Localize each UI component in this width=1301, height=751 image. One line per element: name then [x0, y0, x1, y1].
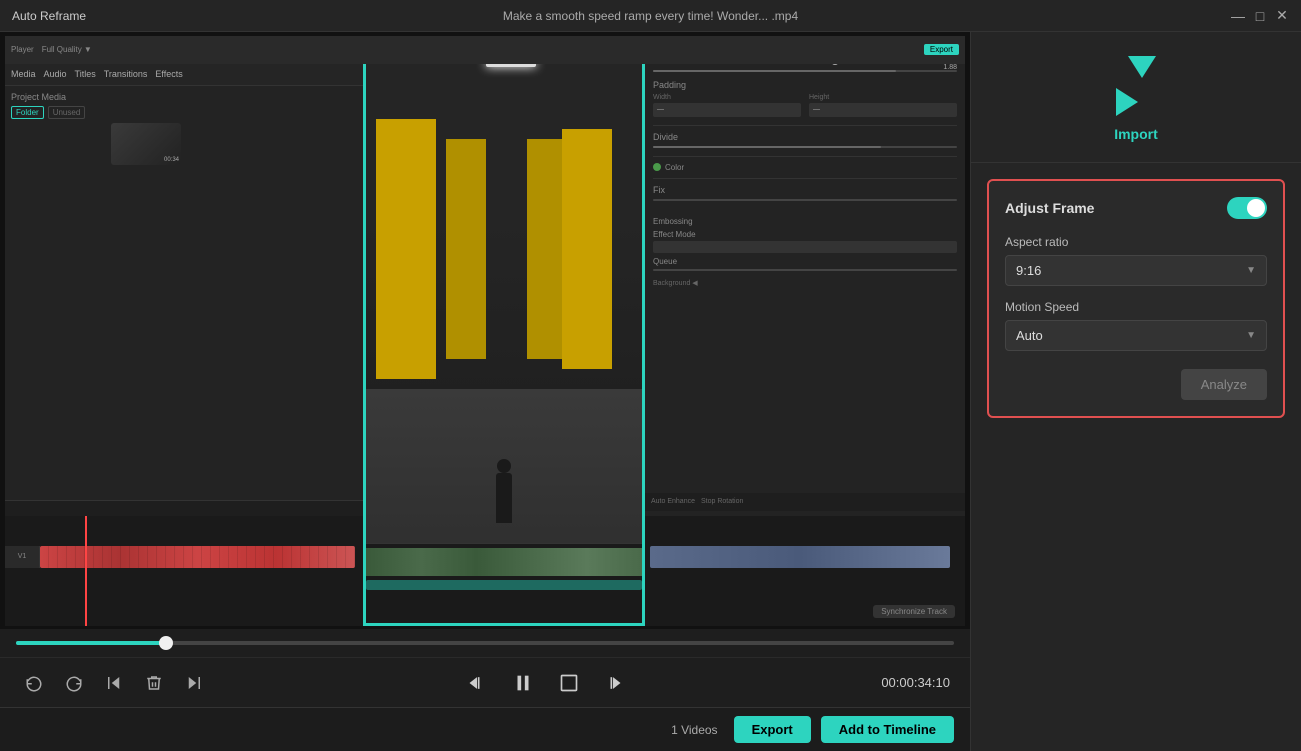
close-button[interactable]: ✕: [1275, 9, 1289, 23]
maximize-button[interactable]: □: [1253, 9, 1267, 23]
motion-speed-select[interactable]: Auto ▼: [1005, 320, 1267, 351]
import-arrow-down-icon: [1128, 56, 1156, 78]
redo-button[interactable]: [60, 669, 88, 697]
aspect-ratio-section: Aspect ratio 9:16 ▼: [1005, 235, 1267, 286]
adjust-frame-title: Adjust Frame: [1005, 200, 1094, 216]
toggle-knob: [1247, 199, 1265, 217]
app-name: Auto Reframe: [12, 9, 86, 23]
undo-button[interactable]: [20, 669, 48, 697]
minimize-button[interactable]: —: [1231, 9, 1245, 23]
import-label: Import: [1114, 126, 1158, 142]
person-silhouette: [496, 473, 512, 523]
left-panel: Media Audio Titles Transitions Effects P…: [0, 32, 971, 751]
import-arrow-right-icon: [1116, 88, 1138, 116]
aspect-ratio-select[interactable]: 9:16 ▼: [1005, 255, 1267, 286]
motion-speed-chevron-icon: ▼: [1246, 330, 1256, 341]
aspect-ratio-chevron-icon: ▼: [1246, 265, 1256, 276]
aspect-ratio-label: Aspect ratio: [1005, 235, 1267, 249]
progress-area[interactable]: [0, 629, 970, 657]
analyze-container: Analyze: [1005, 365, 1267, 400]
main-layout: Media Audio Titles Transitions Effects P…: [0, 32, 1301, 751]
import-icon-container: [1106, 56, 1166, 116]
editor-left-panel: Media Audio Titles Transitions Effects P…: [5, 36, 363, 626]
pillar-right: [562, 129, 612, 369]
bottom-bar: 1 Videos Export Add to Timeline: [0, 707, 970, 751]
videos-count: 1 Videos: [671, 723, 717, 737]
progress-thumb[interactable]: [159, 636, 173, 650]
title-bar: Auto Reframe Make a smooth speed ramp ev…: [0, 0, 1301, 32]
motion-speed-label: Motion Speed: [1005, 300, 1267, 314]
skip-back-button[interactable]: [100, 669, 128, 697]
add-to-timeline-button[interactable]: Add to Timeline: [821, 716, 954, 743]
timestamp-display: 00:00:34:10: [881, 675, 950, 690]
analyze-button[interactable]: Analyze: [1181, 369, 1267, 400]
playback-center-controls: [208, 667, 881, 699]
video-frame: 1/4840.00:14:59.11(fps) ◀◀ ⏸: [363, 36, 645, 626]
preview-area: Media Audio Titles Transitions Effects P…: [0, 32, 970, 629]
motion-speed-value: Auto: [1016, 328, 1043, 343]
window-controls[interactable]: — □ ✕: [1231, 9, 1289, 23]
panel-header: Adjust Frame: [1005, 197, 1267, 219]
editor-right-panel: Transform 100.0 1.88: [645, 36, 965, 626]
pillar-right-far: [527, 139, 562, 359]
progress-fill: [16, 641, 166, 645]
prev-frame-button[interactable]: [463, 669, 491, 697]
playback-controls: 00:00:34:10: [0, 657, 970, 707]
next-frame-button[interactable]: [599, 669, 627, 697]
delete-button[interactable]: [140, 669, 168, 697]
pillar-left: [376, 119, 436, 379]
pillar-left-far: [446, 139, 486, 359]
motion-speed-section: Motion Speed Auto ▼: [1005, 300, 1267, 351]
file-title: Make a smooth speed ramp every time! Won…: [503, 9, 798, 23]
garage-scene: 1/4840.00:14:59.11(fps) ◀◀ ⏸: [366, 39, 642, 623]
aspect-ratio-value: 9:16: [1016, 263, 1041, 278]
skip-forward-button[interactable]: [180, 669, 208, 697]
pause-button[interactable]: [507, 667, 539, 699]
adjust-frame-panel: Adjust Frame Aspect ratio 9:16 ▼ Motion …: [987, 179, 1285, 418]
progress-track[interactable]: [16, 641, 954, 645]
export-button[interactable]: Export: [734, 716, 811, 743]
adjust-frame-toggle[interactable]: [1227, 197, 1267, 219]
import-section[interactable]: Import: [971, 32, 1301, 163]
editor-preview: Media Audio Titles Transitions Effects P…: [5, 36, 965, 626]
edit-controls: [20, 669, 208, 697]
fullscreen-button[interactable]: [555, 669, 583, 697]
right-panel: Import Adjust Frame Aspect ratio 9:16 ▼ …: [971, 32, 1301, 751]
